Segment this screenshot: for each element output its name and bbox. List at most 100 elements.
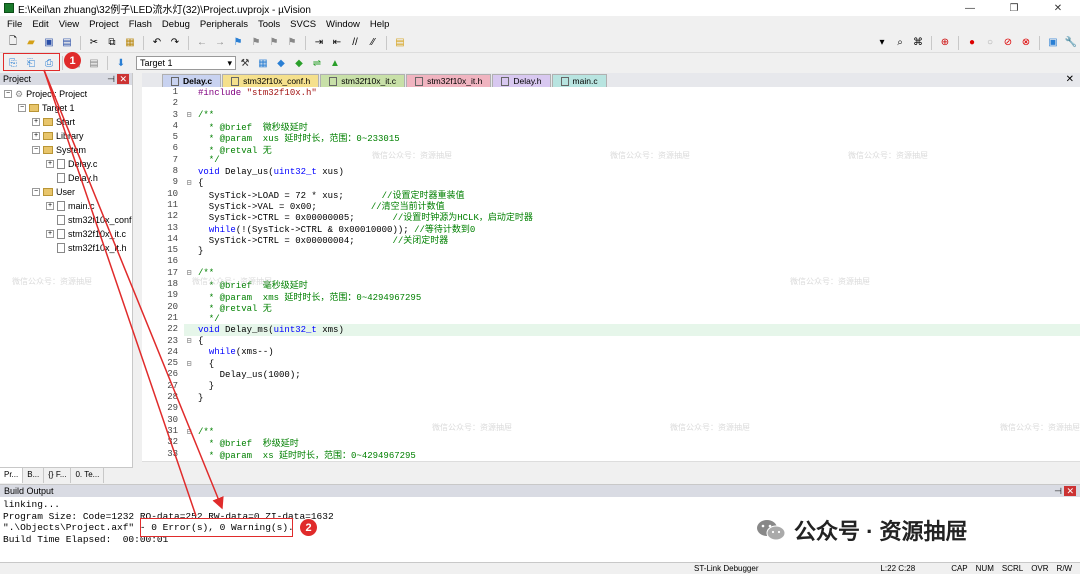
collapse-icon[interactable]: −	[32, 146, 40, 154]
tab-delay-c[interactable]: Delay.c	[162, 74, 222, 87]
cut-icon[interactable]: ✂	[87, 36, 101, 50]
breakpoint-gutter[interactable]	[142, 245, 154, 257]
menu-project[interactable]: Project	[84, 19, 124, 30]
tree-item-group[interactable]: + Library	[0, 129, 132, 143]
breakpoint-gutter[interactable]	[142, 120, 154, 133]
breakpoint-gutter[interactable]	[142, 166, 154, 178]
breakpoint-gutter[interactable]	[142, 414, 154, 426]
breakpoint-gutter[interactable]	[142, 312, 154, 325]
tab-delay-h[interactable]: Delay.h	[492, 74, 551, 87]
uncomment-icon[interactable]: ⁄⁄	[366, 36, 380, 50]
collapse-icon[interactable]: −	[32, 188, 40, 196]
collapse-icon[interactable]: −	[4, 90, 12, 98]
menu-view[interactable]: View	[54, 19, 84, 30]
breakpoint-gutter[interactable]	[142, 267, 154, 280]
breakpoint-disable-icon[interactable]: ○	[983, 36, 997, 50]
code-line[interactable]: 23 ⊟ {	[142, 335, 1080, 347]
undo-icon[interactable]: ↶	[150, 36, 164, 50]
tab-stm32f10x-it-c[interactable]: stm32f10x_it.c	[320, 74, 406, 87]
horizontal-scrollbar[interactable]	[142, 461, 1080, 483]
maximize-button[interactable]: ❐	[992, 0, 1036, 16]
tree-item-group[interactable]: + Start	[0, 115, 132, 129]
panel-close-icon[interactable]: ✕	[1064, 485, 1076, 496]
code-line[interactable]: 8 void Delay_us(uint32_t xus)	[142, 166, 1080, 178]
expand-icon[interactable]: +	[46, 202, 54, 210]
breakpoint-gutter[interactable]	[142, 143, 154, 155]
tab-templates[interactable]: 0. Te...	[71, 468, 105, 483]
code-line[interactable]: 29	[142, 403, 1080, 415]
comment-icon[interactable]: //	[348, 36, 362, 50]
close-button[interactable]: ✕	[1036, 0, 1080, 16]
save-icon[interactable]: ▣	[42, 36, 56, 50]
code-area[interactable]: 1 #include "stm32f10x.h" 2 3 ⊟/** 4 * @brief …	[142, 87, 1080, 472]
paste-icon[interactable]: ▦	[123, 36, 137, 50]
breakpoint-gutter[interactable]	[142, 358, 154, 370]
tab-project[interactable]: Pr...	[0, 468, 24, 483]
breakpoint-gutter[interactable]	[142, 199, 154, 212]
nav-back-icon[interactable]: ←	[195, 36, 209, 50]
file-extensions-icon[interactable]: ▦	[256, 56, 270, 70]
breakpoint-icon[interactable]: ●	[965, 36, 979, 50]
tree-item-group[interactable]: − System	[0, 143, 132, 157]
fold-toggle-icon[interactable]: ⊟	[184, 110, 194, 120]
tree-item-group[interactable]: − User	[0, 185, 132, 199]
target-options-icon[interactable]: ⚒	[238, 56, 252, 70]
code-line[interactable]: 1 #include "stm32f10x.h"	[142, 87, 1080, 99]
code-line[interactable]: 5 * @param xus 延时时长，范围：0~233015	[142, 132, 1080, 144]
bookmark-clear-icon[interactable]: ⚑	[285, 36, 299, 50]
breakpoint-gutter[interactable]	[142, 109, 154, 121]
window-layout-icon[interactable]: ▣	[1046, 36, 1060, 50]
breakpoint-gutter[interactable]	[142, 188, 154, 200]
code-line[interactable]: 22 void Delay_ms(uint32_t xms)	[142, 324, 1080, 336]
code-line[interactable]: 28}	[142, 392, 1080, 404]
code-line[interactable]: 26 Delay_us(1000);	[142, 369, 1080, 381]
breakpoint-gutter[interactable]	[142, 132, 154, 144]
breakpoint-gutter[interactable]	[142, 335, 154, 347]
menu-tools[interactable]: Tools	[253, 19, 285, 30]
breakpoint-gutter[interactable]	[142, 222, 154, 234]
menu-window[interactable]: Window	[321, 19, 365, 30]
bookmark-icon[interactable]: ⚑	[231, 36, 245, 50]
minimize-button[interactable]: —	[948, 0, 992, 16]
fold-toggle-icon[interactable]: ⊟	[184, 336, 194, 346]
close-tab-icon[interactable]: ✕	[1066, 74, 1074, 85]
breakpoint-gutter[interactable]	[142, 324, 154, 336]
code-line[interactable]: 15}	[142, 245, 1080, 257]
code-line[interactable]: 2	[142, 98, 1080, 110]
nav-forward-icon[interactable]: →	[213, 36, 227, 50]
breakpoint-gutter[interactable]	[142, 87, 154, 99]
breakpoint-gutter[interactable]	[142, 437, 154, 449]
download-icon[interactable]: ⬇	[114, 56, 128, 70]
menu-flash[interactable]: Flash	[124, 19, 157, 30]
breakpoint-gutter[interactable]	[142, 233, 154, 246]
breakpoint-gutter[interactable]	[142, 211, 154, 223]
breakpoint-gutter[interactable]	[142, 403, 154, 415]
indent-icon[interactable]: ⇥	[312, 36, 326, 50]
tab-main-c[interactable]: main.c	[551, 74, 607, 87]
tree-item-file[interactable]: stm32f10x_conf	[0, 213, 132, 227]
menu-help[interactable]: Help	[365, 19, 395, 30]
expand-icon[interactable]: +	[32, 132, 40, 140]
stop-build-icon[interactable]: ▤	[87, 56, 101, 70]
new-file-icon[interactable]: 🗋	[6, 36, 20, 50]
menu-edit[interactable]: Edit	[27, 19, 53, 30]
debug-start-icon[interactable]: ⊕	[938, 36, 952, 50]
select-software-packs-icon[interactable]: ▲	[328, 56, 342, 70]
code-line[interactable]: 20 * @retval 无	[142, 301, 1080, 314]
panel-close-icon[interactable]: ✕	[117, 73, 129, 84]
tree-item-file[interactable]: stm32f10x_it.h	[0, 241, 132, 255]
expand-icon[interactable]: +	[32, 118, 40, 126]
breakpoint-clear-icon[interactable]: ⊗	[1019, 36, 1033, 50]
copy-icon[interactable]: ⧉	[105, 36, 119, 50]
breakpoint-gutter[interactable]	[142, 346, 154, 359]
save-all-icon[interactable]: ▤	[60, 36, 74, 50]
breakpoint-gutter[interactable]	[142, 369, 154, 381]
code-line[interactable]: 16	[142, 256, 1080, 268]
open-folder-icon[interactable]: ▰	[24, 36, 38, 50]
breakpoint-gutter[interactable]	[142, 290, 154, 302]
breakpoint-gutter[interactable]	[142, 177, 154, 189]
tab-books[interactable]: B...	[23, 468, 45, 483]
expand-icon[interactable]: +	[46, 230, 54, 238]
breakpoint-gutter[interactable]	[142, 392, 154, 404]
breakpoint-gutter[interactable]	[142, 279, 154, 291]
